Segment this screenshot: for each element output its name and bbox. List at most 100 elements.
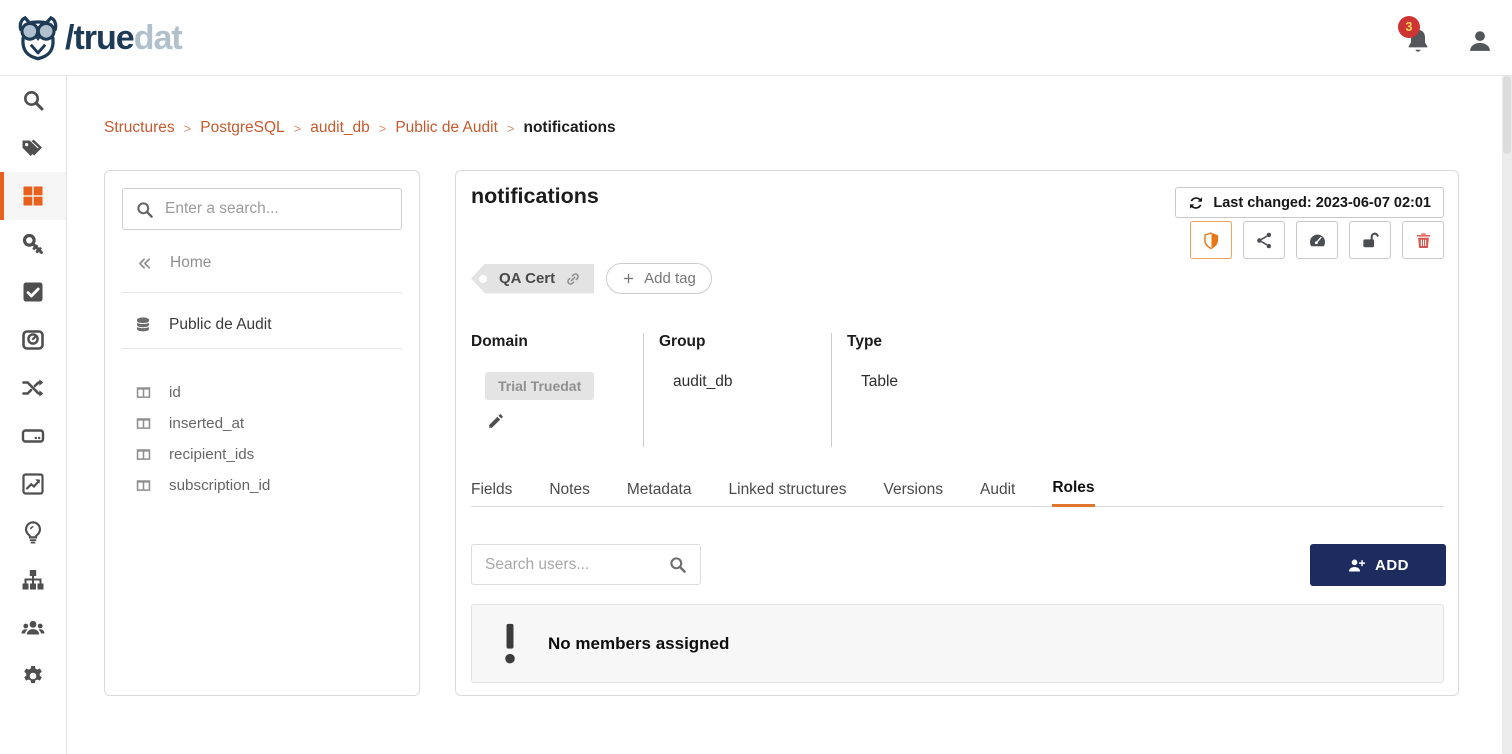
shuffle-icon <box>21 376 45 400</box>
sidebar-item-hierarchy[interactable] <box>0 556 66 604</box>
structure-search-box <box>122 188 402 230</box>
shield-icon <box>1202 231 1221 250</box>
last-changed-button[interactable]: Last changed: 2023-06-07 02:01 <box>1175 187 1444 218</box>
group-label: Group <box>659 333 732 351</box>
add-tag-button[interactable]: Add tag <box>606 263 712 294</box>
brand-text-light: dat <box>134 19 182 57</box>
chevron-double-left-icon <box>136 255 153 272</box>
speedometer-icon <box>1308 231 1327 250</box>
add-member-button[interactable]: ADD <box>1310 544 1446 586</box>
tab-metadata[interactable]: Metadata <box>627 472 692 507</box>
page-scrollbar[interactable] <box>1502 76 1512 754</box>
parent-structure-item[interactable]: Public de Audit <box>134 316 272 334</box>
field-list: id inserted_at recipient_ids subscriptio… <box>135 377 409 501</box>
sidebar-item-settings[interactable] <box>0 652 66 700</box>
user-search-input[interactable] <box>485 556 660 574</box>
breadcrumb-link-database[interactable]: audit_db <box>310 119 369 137</box>
field-list-item[interactable]: inserted_at <box>135 408 409 439</box>
scale-icon <box>21 328 45 352</box>
user-icon <box>1466 27 1494 55</box>
brand-logo[interactable]: /truedat <box>14 15 182 61</box>
empty-members-alert: No members assigned <box>471 604 1444 683</box>
domain-chip: Trial Truedat <box>485 372 594 400</box>
applied-tag[interactable]: QA Cert <box>471 264 594 294</box>
user-menu-button[interactable] <box>1466 27 1494 55</box>
users-icon <box>21 616 45 640</box>
sidebar-item-charts[interactable] <box>0 460 66 508</box>
sidebar-item-scale[interactable] <box>0 316 66 364</box>
tag-row: QA Cert Add tag <box>471 263 712 294</box>
pencil-icon <box>487 412 505 430</box>
type-value: Table <box>861 373 898 391</box>
group-section: Group audit_db <box>659 333 732 391</box>
field-list-item[interactable]: subscription_id <box>135 470 409 501</box>
breadcrumb-link-schema[interactable]: Public de Audit <box>395 119 498 137</box>
delete-button[interactable] <box>1402 221 1444 259</box>
table-columns-icon <box>135 446 152 463</box>
lightbulb-icon <box>21 520 45 544</box>
sidebar-item-storage[interactable] <box>0 412 66 460</box>
sidebar-item-shuffle[interactable] <box>0 364 66 412</box>
database-icon <box>134 316 152 334</box>
type-section: Type Table <box>847 333 898 391</box>
structure-detail-panel: notifications Last changed: 2023-06-07 0… <box>455 170 1459 696</box>
empty-members-message: No members assigned <box>548 634 729 654</box>
notification-badge: 3 <box>1398 16 1420 38</box>
tab-notes[interactable]: Notes <box>549 472 590 507</box>
table-columns-icon <box>135 415 152 432</box>
breadcrumb-current: notifications <box>523 119 615 137</box>
divider <box>831 333 832 447</box>
sidebar-item-tags[interactable] <box>0 124 66 172</box>
search-icon <box>21 88 45 112</box>
share-button[interactable] <box>1243 221 1285 259</box>
add-tag-label: Add tag <box>644 270 696 287</box>
tags-icon <box>21 136 45 160</box>
sidebar-item-key[interactable] <box>0 220 66 268</box>
brand-text-dark: /true <box>65 19 134 57</box>
table-columns-icon <box>135 477 152 494</box>
structure-nav-panel: Home Public de Audit id inserted_at reci… <box>104 170 420 696</box>
breadcrumb-separator: > <box>379 120 387 136</box>
key-icon <box>21 232 45 256</box>
divider <box>643 333 644 447</box>
tab-audit[interactable]: Audit <box>980 472 1015 507</box>
breadcrumb-link-structures[interactable]: Structures <box>104 119 175 137</box>
parent-structure-label: Public de Audit <box>169 316 272 334</box>
trash-icon <box>1414 231 1433 250</box>
hard-drive-icon <box>21 424 45 448</box>
action-toolbar <box>1190 221 1444 259</box>
tab-linked-structures[interactable]: Linked structures <box>729 472 847 507</box>
field-list-item[interactable]: id <box>135 377 409 408</box>
scrollbar-thumb[interactable] <box>1503 76 1511 154</box>
link-icon <box>565 271 581 287</box>
sidebar <box>0 76 67 754</box>
tab-fields[interactable]: Fields <box>471 472 512 507</box>
breadcrumb-separator: > <box>294 120 302 136</box>
field-label: inserted_at <box>169 415 244 432</box>
last-changed-label: Last changed: 2023-06-07 02:01 <box>1213 195 1431 211</box>
breadcrumb: Structures > PostgreSQL > audit_db > Pub… <box>104 119 616 137</box>
nav-back-home[interactable]: Home <box>136 251 211 275</box>
plus-icon <box>622 272 635 285</box>
structure-search-input[interactable] <box>165 200 389 218</box>
nav-back-home-label: Home <box>170 254 211 272</box>
tab-versions[interactable]: Versions <box>884 472 943 507</box>
domain-section: Domain Trial Truedat <box>471 333 594 430</box>
field-list-item[interactable]: recipient_ids <box>135 439 409 470</box>
breadcrumb-link-system[interactable]: PostgreSQL <box>200 119 284 137</box>
sidebar-item-search[interactable] <box>0 76 66 124</box>
check-square-icon <box>21 280 45 304</box>
exclamation-icon <box>499 621 521 667</box>
edit-domain-button[interactable] <box>487 412 505 430</box>
grid-icon <box>21 184 45 208</box>
breadcrumb-separator: > <box>184 120 192 136</box>
sidebar-item-users[interactable] <box>0 604 66 652</box>
tab-roles[interactable]: Roles <box>1052 472 1094 507</box>
sidebar-item-checklist[interactable] <box>0 268 66 316</box>
sidebar-item-insights[interactable] <box>0 508 66 556</box>
sidebar-item-structures[interactable] <box>0 172 66 220</box>
chart-line-icon <box>21 472 45 496</box>
profile-button[interactable] <box>1296 221 1338 259</box>
unlock-button[interactable] <box>1349 221 1391 259</box>
protect-button[interactable] <box>1190 221 1232 259</box>
